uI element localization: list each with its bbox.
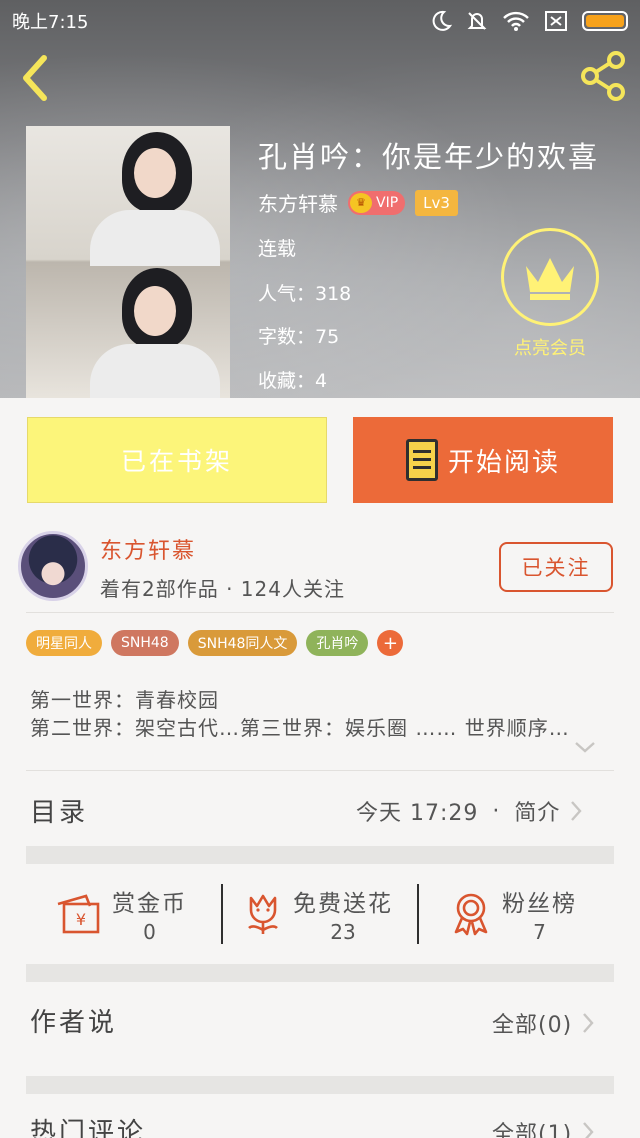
in-bookshelf-button[interactable]: 已在书架 (27, 417, 327, 503)
divider (26, 770, 614, 771)
author-name[interactable]: 东方轩慕 (100, 533, 196, 565)
stat-value: 23 (330, 920, 356, 944)
book-status: 连载 (258, 238, 297, 260)
tag-list: 明星同人 SNH48 SNH48同人文 孔肖吟 + (26, 630, 404, 656)
tag-chip[interactable]: SNH48同人文 (187, 630, 298, 656)
status-time: 晚上7:15 (12, 12, 89, 33)
hot-comments-all-label: 全部(1) (492, 1122, 573, 1138)
chevron-right-icon (583, 1013, 594, 1033)
section-separator (26, 1076, 614, 1094)
author-says-all[interactable]: 全部(0) (492, 1007, 596, 1039)
crown-icon (501, 228, 599, 326)
vip-badge: ♛ VIP (348, 190, 406, 215)
catalog-dot: · (492, 798, 501, 824)
description-line-2: 第二世界：架空古代…第三世界：娱乐圈 …… 世界顺序… (30, 716, 570, 740)
add-tag-button[interactable]: + (377, 630, 404, 656)
author-says-title[interactable]: 作者说 (30, 1002, 117, 1039)
status-bar: 晚上7:15 (0, 0, 640, 42)
stat-divider (221, 884, 223, 944)
stat-divider (417, 884, 419, 944)
book-favorites: 收藏：4 (258, 370, 328, 392)
no-sim-icon (545, 11, 567, 31)
book-word-count: 字数：75 (258, 326, 340, 348)
author-info: 着有2部作品 · 124人关注 (100, 577, 345, 601)
mute-icon (467, 12, 487, 30)
flower-icon (248, 894, 278, 934)
hot-comments-title[interactable]: 热门评论 (30, 1112, 146, 1138)
catalog-title[interactable]: 目录 (30, 792, 88, 829)
book-author-name[interactable]: 东方轩慕 (258, 188, 338, 217)
member-button[interactable]: 点亮会员 (498, 228, 602, 360)
back-button[interactable] (14, 52, 56, 104)
stat-value: 0 (143, 920, 156, 944)
author-avatar[interactable] (18, 531, 88, 601)
medal-icon (454, 893, 488, 936)
tag-chip[interactable]: 明星同人 (26, 630, 102, 656)
hot-comments-all[interactable]: 全部(1) (492, 1116, 596, 1138)
section-separator (26, 846, 614, 864)
tag-chip[interactable]: SNH48 (111, 630, 179, 656)
free-flowers-stat[interactable]: 免费送花 23 (243, 884, 393, 944)
battery-icon (582, 11, 628, 31)
wifi-icon (503, 11, 529, 31)
stat-value: 7 (533, 920, 546, 944)
stat-name: 赏金币 (112, 891, 187, 917)
book-popularity: 人气：318 (258, 283, 352, 305)
start-reading-button[interactable]: 开始阅读 (353, 417, 613, 503)
catalog-updated: 今天 17:29 (356, 801, 479, 826)
book-cover-image[interactable] (26, 126, 230, 398)
red-envelope-icon: ¥ (57, 894, 100, 934)
book-author-row: 东方轩慕 ♛ VIP Lv3 (258, 188, 458, 217)
divider (26, 612, 614, 613)
chevron-right-icon (571, 801, 583, 821)
level-badge: Lv3 (415, 189, 458, 216)
expand-chevron-icon[interactable] (574, 740, 596, 754)
svg-text:¥: ¥ (76, 910, 86, 929)
start-reading-label: 开始阅读 (447, 447, 560, 478)
reward-coins-stat[interactable]: ¥ 赏金币 0 (54, 884, 187, 944)
member-label: 点亮会员 (514, 338, 586, 359)
section-separator (26, 964, 614, 982)
stat-name: 粉丝榜 (502, 891, 577, 917)
vip-label: VIP (376, 194, 399, 211)
author-says-all-label: 全部(0) (492, 1013, 573, 1038)
intro-link[interactable]: 简介 (514, 795, 560, 827)
stat-name: 免费送花 (293, 891, 393, 917)
follow-button[interactable]: 已关注 (499, 542, 613, 592)
fan-ranking-stat[interactable]: 粉丝榜 7 (450, 884, 577, 944)
crown-icon: ♛ (350, 192, 372, 213)
moon-icon (432, 10, 452, 31)
catalog-right[interactable]: 今天 17:29 · 简介 (356, 795, 584, 827)
description-line-1: 第一世界：青春校园 (30, 688, 219, 712)
book-detail-screen: 晚上7:15 孔肖吟：你是年少的欢喜 东方轩慕 ♛ VIP Lv3 连载 人气：… (0, 0, 640, 1138)
share-button[interactable] (580, 50, 628, 102)
tag-chip[interactable]: 孔肖吟 (306, 630, 369, 656)
chevron-right-icon (583, 1122, 594, 1138)
book-title: 孔肖吟：你是年少的欢喜 (258, 140, 600, 174)
book-icon (405, 439, 438, 481)
